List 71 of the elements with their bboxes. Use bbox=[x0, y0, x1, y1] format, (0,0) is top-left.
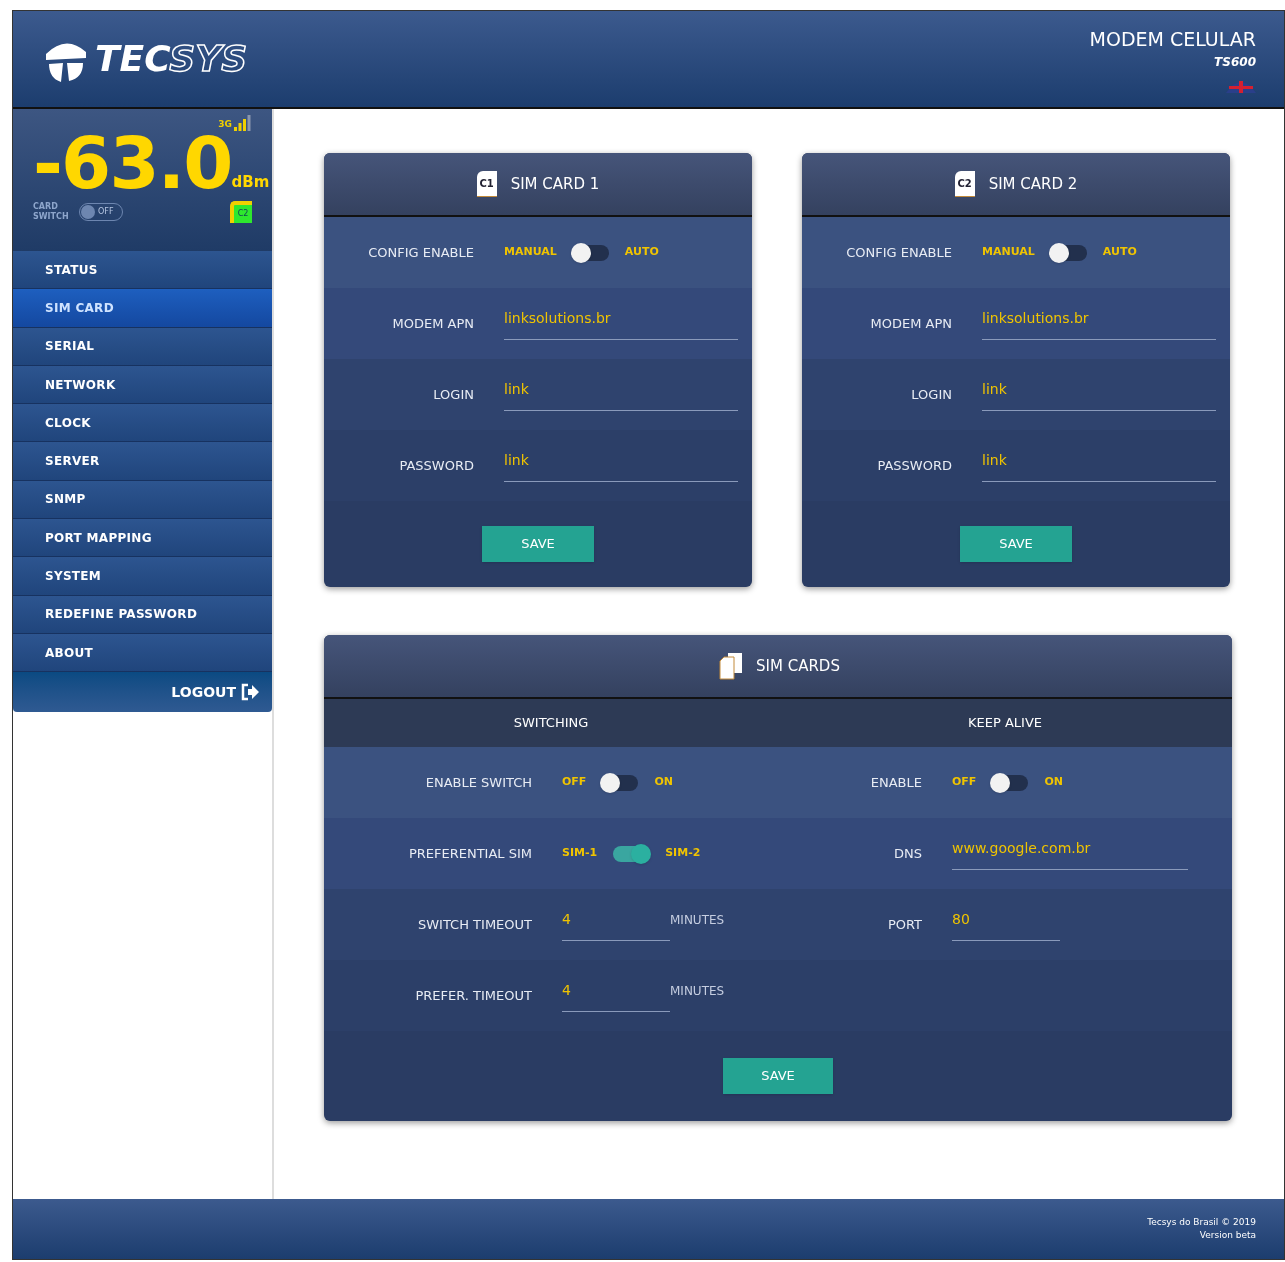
input-field[interactable]: 4 bbox=[562, 908, 670, 941]
nav-item[interactable]: SYSTEM bbox=[13, 557, 272, 596]
field-label: ENABLE SWITCH bbox=[425, 773, 532, 792]
field-label: MODEM APN bbox=[392, 314, 474, 333]
toggle-switch[interactable] bbox=[602, 774, 639, 791]
logout-button[interactable]: LOGOUT bbox=[171, 681, 260, 703]
panel-title: SIM CARDS bbox=[756, 655, 840, 677]
signal-bars-icon bbox=[234, 115, 252, 131]
field-label: CONFIG ENABLE bbox=[846, 243, 952, 262]
model-label: TS600 bbox=[1214, 54, 1256, 72]
nav-item[interactable]: CLOCK bbox=[13, 404, 272, 443]
field-label: SWITCH TIMEOUT bbox=[418, 915, 532, 934]
toggle-on-label: AUTO bbox=[1102, 244, 1137, 261]
sim-card-icon: C1 bbox=[476, 171, 497, 197]
nav-item[interactable]: SERVER bbox=[13, 442, 272, 481]
toggle-off-label: OFF bbox=[952, 774, 977, 791]
card-switch-label: CARD SWITCH bbox=[33, 202, 70, 222]
version-text: Version beta bbox=[1199, 1229, 1256, 1242]
column-heading: SWITCHING bbox=[513, 714, 589, 733]
nav-item[interactable]: PORT MAPPING bbox=[13, 519, 272, 558]
unit-label: MINUTES bbox=[670, 911, 725, 929]
nav-item[interactable]: STATUS bbox=[13, 251, 272, 290]
toggle-on-label: SIM-2 bbox=[665, 845, 701, 862]
nav-item[interactable]: NETWORK bbox=[13, 365, 272, 405]
field-label: DNS bbox=[894, 844, 922, 863]
nav-item[interactable]: SERIAL bbox=[13, 327, 272, 366]
input-field[interactable]: www.google.com.br bbox=[952, 837, 1188, 870]
toggle-switch[interactable] bbox=[1050, 244, 1087, 261]
input-field[interactable]: linksolutions.br bbox=[504, 307, 738, 340]
input-field[interactable]: linksolutions.br bbox=[982, 307, 1216, 340]
field-label: PREFERENTIAL SIM bbox=[408, 844, 532, 863]
product-title: MODEM CELULAR bbox=[1089, 26, 1256, 52]
logout-icon bbox=[240, 683, 260, 702]
signal-unit: dBm bbox=[231, 172, 270, 193]
toggle-switch[interactable] bbox=[992, 774, 1029, 791]
field-label: PASSWORD bbox=[877, 456, 952, 475]
input-field[interactable]: 80 bbox=[952, 908, 1060, 941]
sim-card-icon: C2 bbox=[954, 171, 975, 197]
toggle-on-label: ON bbox=[654, 774, 673, 791]
nav-item[interactable]: ABOUT bbox=[13, 633, 272, 673]
field-label: LOGIN bbox=[433, 385, 474, 404]
input-field[interactable]: 4 bbox=[562, 979, 670, 1012]
active-sim-icon: C2 bbox=[230, 201, 252, 223]
input-field[interactable]: link bbox=[504, 378, 738, 411]
toggle-off-label: OFF bbox=[562, 774, 587, 791]
field-label: LOGIN bbox=[911, 385, 952, 404]
field-label: PASSWORD bbox=[399, 456, 474, 475]
toggle-on-label: ON bbox=[1044, 774, 1063, 791]
input-field[interactable]: link bbox=[982, 378, 1216, 411]
field-label: PREFER. TIMEOUT bbox=[415, 986, 532, 1005]
toggle-switch[interactable] bbox=[613, 845, 650, 862]
toggle-switch[interactable] bbox=[572, 244, 609, 261]
input-field[interactable]: link bbox=[982, 449, 1216, 482]
logo-text: TECSYS bbox=[95, 37, 248, 81]
unit-label: MINUTES bbox=[670, 982, 725, 1000]
toggle-off-label: MANUAL bbox=[504, 244, 557, 261]
toggle-on-label: AUTO bbox=[624, 244, 659, 261]
input-field[interactable]: link bbox=[504, 449, 738, 482]
panel-title: SIM CARD 1 bbox=[510, 173, 600, 195]
nav-item[interactable]: SIM CARD bbox=[13, 289, 272, 328]
toggle-off-label: SIM-1 bbox=[562, 845, 598, 862]
nav-item[interactable]: SNMP bbox=[13, 480, 272, 520]
column-heading: KEEP ALIVE bbox=[968, 714, 1042, 733]
field-label: MODEM APN bbox=[870, 314, 952, 333]
copyright-text: Tecsys do Brasil © 2019 bbox=[1147, 1215, 1256, 1229]
field-label: CONFIG ENABLE bbox=[368, 243, 474, 262]
field-label: ENABLE bbox=[870, 773, 922, 792]
panel-title: SIM CARD 2 bbox=[988, 173, 1078, 195]
toggle-off-label: MANUAL bbox=[982, 244, 1035, 261]
field-label: PORT bbox=[887, 915, 922, 934]
nav-item[interactable]: REDEFINE PASSWORD bbox=[13, 595, 272, 634]
